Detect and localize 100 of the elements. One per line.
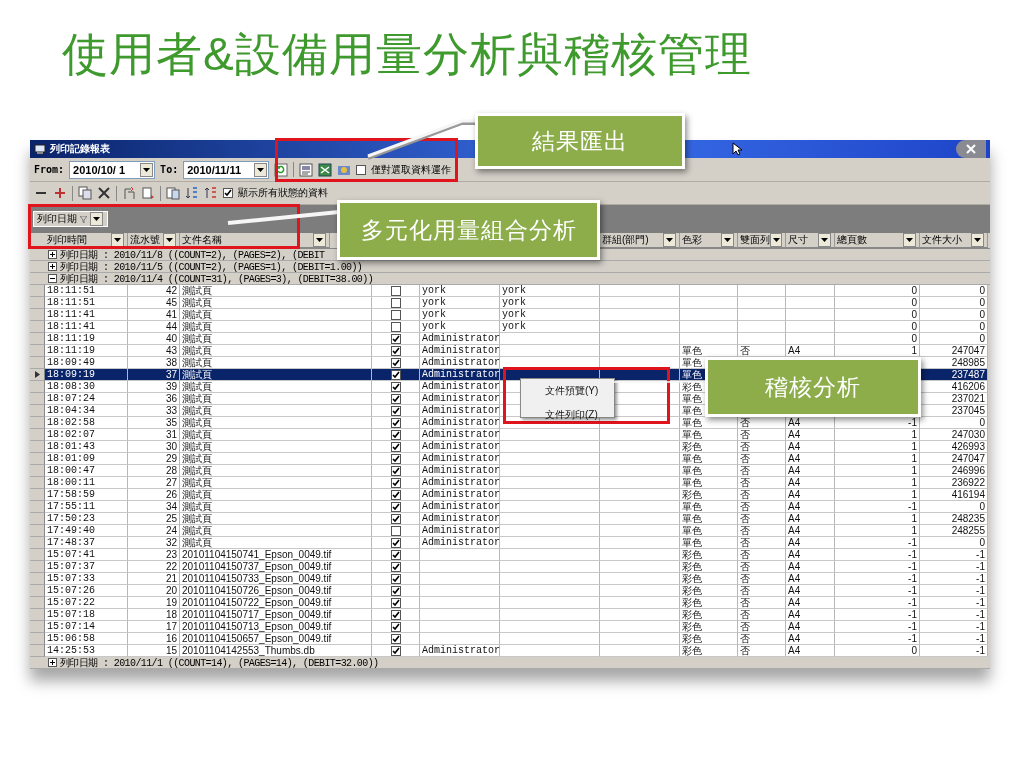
table-cell: 18:00:47 [45,465,128,477]
table-cell: 單色 [680,453,738,465]
column-header[interactable]: 雙面列 [738,233,786,248]
group-row[interactable]: 列印日期 : 2010/11/1 ((COUNT=14), (PAGES=14), (DEBIT=32.00)) [30,657,990,669]
table-cell: 單色 [680,513,738,525]
table-cell: 彩色 [680,645,738,657]
table-cell: 否 [738,441,786,453]
table-cell: -1 [920,597,988,609]
table-cell: -1 [920,609,988,621]
table-cell: 0 [835,309,920,321]
table-cell: 16 [128,633,180,645]
table-cell: 彩色 [680,549,738,561]
table-cell: 1 [835,465,920,477]
table-cell: Administrator [420,333,500,345]
table-cell: 27 [128,477,180,489]
table-cell: A4 [786,597,835,609]
column-header[interactable]: 尺寸 [786,233,835,248]
table-cell: 測試頁 [180,333,372,345]
table-cell: 26 [128,489,180,501]
table-cell: 0 [835,321,920,333]
table-cell: 單色 [680,417,738,429]
table-cell: 0 [920,333,988,345]
table-cell: -1 [835,633,920,645]
table-cell: 40 [128,333,180,345]
callout: 多元化用量組合分析 [337,200,600,260]
table-cell: A4 [786,621,835,633]
table-cell: Administrator [420,345,500,357]
table-cell: 21 [128,573,180,585]
table-cell: york [500,321,600,333]
date-field[interactable]: 2010/11/11 [183,160,270,179]
table-cell: 38 [128,357,180,369]
table-cell: 248985 [920,357,988,369]
table-cell: 42 [128,285,180,297]
table-cell: 416194 [920,489,988,501]
table-cell: 彩色 [680,621,738,633]
table-cell: 18 [128,609,180,621]
table-cell: 18:11:19 [45,333,128,345]
table-cell: 0 [920,285,988,297]
callout: 稽核分析 [705,357,921,417]
table-cell: A4 [786,429,835,441]
table-cell: 44 [128,321,180,333]
table-cell: 18:11:51 [45,285,128,297]
group-chip[interactable]: 列印日期 [33,211,108,227]
table-cell: 20101104150741_Epson_0049.tif [180,549,372,561]
table-cell: 15 [128,645,180,657]
table-cell: A4 [786,465,835,477]
column-header[interactable]: 總頁數 [835,233,920,248]
table-cell: 否 [738,633,786,645]
table-cell: A4 [786,549,835,561]
table-cell: 20101104150657_Epson_0049.tif [180,633,372,645]
table-cell: 否 [738,513,786,525]
table-cell: Administrator [420,441,500,453]
column-header[interactable]: 文件大小 [920,233,988,248]
group-row[interactable]: 列印日期 : 2010/11/4 ((COUNT=31), (PAGES=3), (DEBIT=38.00)) [30,273,990,285]
table-cell: 測試頁 [180,429,372,441]
table-cell: A4 [786,573,835,585]
table-cell: -1 [920,573,988,585]
table-cell: -1 [835,621,920,633]
table-cell: 237021 [920,393,988,405]
table-cell: -1 [920,633,988,645]
table-cell: 否 [738,417,786,429]
table-cell: 22 [128,561,180,573]
table-cell: 測試頁 [180,477,372,489]
table-cell: 否 [738,549,786,561]
table-cell: -1 [835,561,920,573]
table-cell: 0 [920,297,988,309]
table-cell: 18:02:07 [45,429,128,441]
group-row[interactable]: 列印日期 : 2010/11/5 ((COUNT=2), (PAGES=1), (DEBIT=1.00)) [30,261,990,273]
table-cell: Administrator [420,381,500,393]
table-cell: 39 [128,381,180,393]
table-cell: Administrator [420,393,500,405]
table-cell: 15:07:18 [45,609,128,621]
table-cell: 18:01:43 [45,441,128,453]
table-cell: 1 [835,441,920,453]
menu-item[interactable]: 文件列印(Z) [523,405,612,425]
table-cell: 0 [920,501,988,513]
table-cell: 35 [128,417,180,429]
date-field[interactable]: 2010/10/ 1 [69,160,156,179]
table-cell: 0 [835,645,920,657]
table-cell: 否 [738,465,786,477]
table-cell: 20101104150722_Epson_0049.tif [180,597,372,609]
table-cell: 彩色 [680,597,738,609]
table-cell: 17:50:23 [45,513,128,525]
table-cell: 20101104150713_Epson_0049.tif [180,621,372,633]
table-cell: york [420,285,500,297]
table-cell: 彩色 [680,561,738,573]
column-header[interactable]: 色彩 [680,233,738,248]
table-cell: 247047 [920,453,988,465]
table-cell: 20101104150737_Epson_0049.tif [180,561,372,573]
table-cell: 15:07:22 [45,597,128,609]
table-cell: 0 [835,285,920,297]
menu-item[interactable]: 文件預覽(Y) [523,381,612,401]
table-cell: A4 [786,633,835,645]
table-cell: 36 [128,393,180,405]
table-cell: 416206 [920,381,988,393]
table-cell: Administrator [420,429,500,441]
table-cell: Administrator [420,537,500,549]
table-cell: 0 [835,297,920,309]
table-cell: 18:08:30 [45,381,128,393]
column-header[interactable]: 群組(部門) [600,233,680,248]
